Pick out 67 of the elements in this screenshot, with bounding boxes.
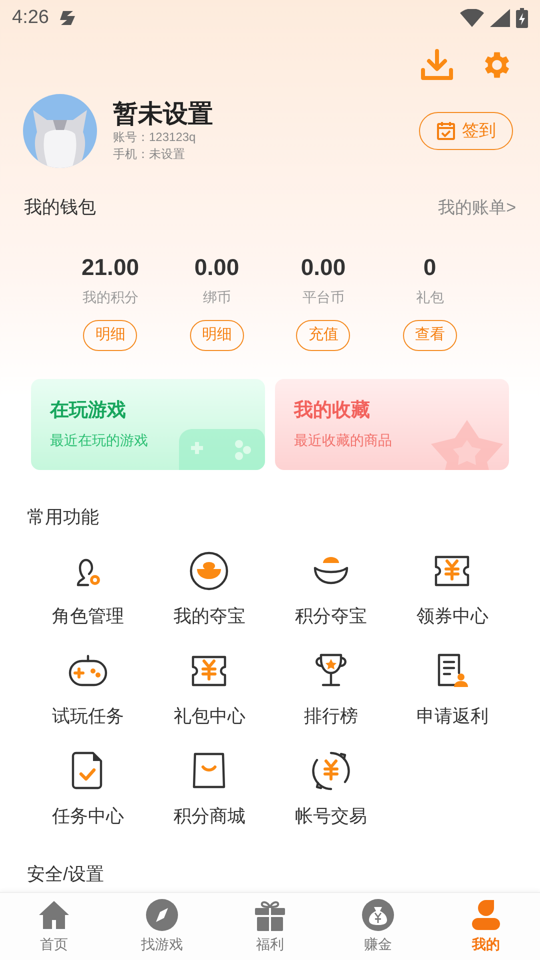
download-icon xyxy=(420,48,454,82)
function-item[interactable]: 排行榜 xyxy=(270,649,392,727)
function-label: 申请返利 xyxy=(416,705,488,727)
card-subtitle: 最近收藏的商品 xyxy=(294,430,393,450)
section-title: 常用功能 xyxy=(27,507,99,527)
function-label: 积分夺宝 xyxy=(294,605,367,627)
stat-label: 平台币 xyxy=(302,288,344,307)
account-number: 账号：123123q xyxy=(113,129,197,146)
stat-button[interactable]: 明细 xyxy=(83,320,138,351)
stat-value: 0.00 xyxy=(194,253,240,281)
tab-item[interactable]: 我的 xyxy=(432,893,540,960)
stat-label: 我的积分 xyxy=(82,288,138,307)
function-label: 领券中心 xyxy=(416,605,488,627)
user-icon xyxy=(469,898,503,932)
function-item[interactable]: 我的夺宝 xyxy=(148,549,270,627)
function-label: 任务中心 xyxy=(52,805,124,827)
function-item[interactable]: 角色管理 xyxy=(27,549,148,627)
function-item[interactable]: 任务中心 xyxy=(27,749,148,827)
bill-link[interactable]: 我的账单> xyxy=(438,194,516,220)
tab-item[interactable]: 首页 xyxy=(0,893,108,960)
function-label: 帐号交易 xyxy=(294,805,367,827)
function-label: 排行榜 xyxy=(304,705,358,727)
function-item[interactable]: 积分商城 xyxy=(148,749,270,827)
compass-icon xyxy=(145,898,179,932)
stat-value: 0.00 xyxy=(300,253,346,281)
function-item[interactable]: 礼包中心 xyxy=(148,649,270,727)
battery-icon xyxy=(516,8,528,28)
checkin-button[interactable]: 签到 xyxy=(419,112,513,150)
card-subtitle: 最近在玩的游戏 xyxy=(50,430,149,450)
tab-item[interactable]: 赚金 xyxy=(324,893,432,960)
function-item[interactable]: 领券中心 xyxy=(392,549,513,627)
stat-button[interactable]: 查看 xyxy=(402,320,457,351)
money-bag-icon xyxy=(361,898,395,932)
download-button[interactable] xyxy=(420,48,454,82)
home-icon xyxy=(37,898,71,932)
star-icon xyxy=(429,420,505,470)
card-title: 在玩游戏 xyxy=(50,399,127,423)
function-label: 试玩任务 xyxy=(52,705,124,727)
user-name: 暂未设置 xyxy=(113,99,214,129)
wallet-title: 我的钱包 xyxy=(24,196,96,219)
stat-button[interactable]: 充值 xyxy=(296,320,350,351)
phone-number: 手机：未设置 xyxy=(113,146,186,163)
tab-item[interactable]: 福利 xyxy=(216,893,324,960)
signal-icon xyxy=(490,9,510,27)
tab-item[interactable]: 找游戏 xyxy=(108,893,216,960)
section-title: 安全/设置 xyxy=(27,864,104,884)
function-item[interactable]: 帐号交易 xyxy=(270,749,392,827)
stat-label: 礼包 xyxy=(416,288,444,307)
function-label: 我的夺宝 xyxy=(173,605,246,627)
function-label: 角色管理 xyxy=(52,605,124,627)
function-item[interactable]: 积分夺宝 xyxy=(270,549,392,627)
function-label: 积分商城 xyxy=(173,805,246,827)
stat-value: 21.00 xyxy=(81,253,140,281)
function-label: 礼包中心 xyxy=(173,705,246,727)
stat-label: 绑币 xyxy=(202,288,231,307)
wifi-icon xyxy=(460,9,484,27)
gift-icon xyxy=(253,898,287,932)
status-time: 4:26 xyxy=(12,6,49,30)
stat-button[interactable]: 明细 xyxy=(190,320,244,351)
function-item[interactable]: 申请返利 xyxy=(392,649,513,727)
calendar-icon xyxy=(436,121,456,141)
card-title: 我的收藏 xyxy=(294,398,371,423)
shortcut-card[interactable]: 我的收藏 最近收藏的商品 xyxy=(275,379,509,470)
function-item[interactable]: 试玩任务 xyxy=(27,649,148,727)
app-notification-icon xyxy=(58,9,77,27)
stat-value: 0 xyxy=(423,253,436,281)
shortcut-card[interactable]: 在玩游戏 最近在玩的游戏 xyxy=(31,379,265,470)
